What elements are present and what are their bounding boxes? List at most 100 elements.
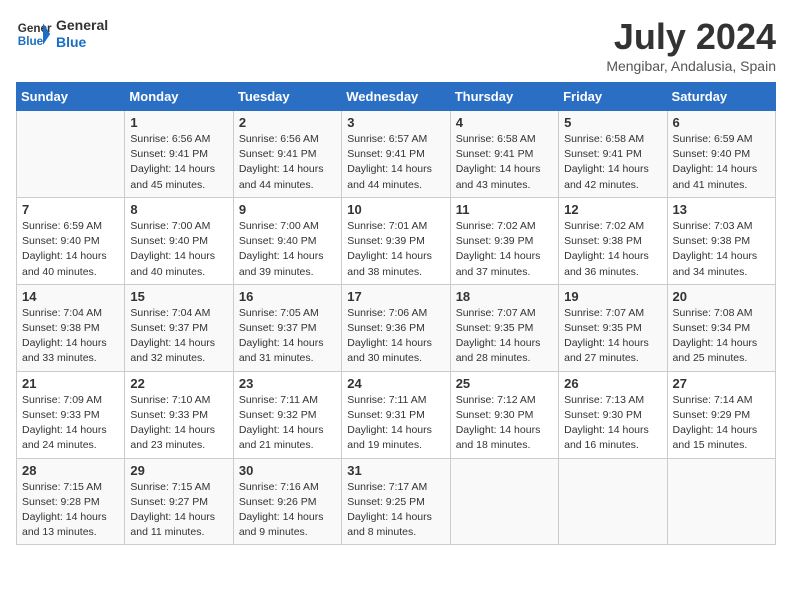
day-number: 19: [564, 289, 661, 304]
day-info: Sunrise: 7:09 AM Sunset: 9:33 PM Dayligh…: [22, 393, 119, 454]
calendar-cell: 19 Sunrise: 7:07 AM Sunset: 9:35 PM Dayli…: [559, 284, 667, 371]
day-info: Sunrise: 7:01 AM Sunset: 9:39 PM Dayligh…: [347, 219, 444, 280]
calendar-cell: 22 Sunrise: 7:10 AM Sunset: 9:33 PM Dayli…: [125, 371, 233, 458]
day-info: Sunrise: 7:03 AM Sunset: 9:38 PM Dayligh…: [673, 219, 770, 280]
calendar-cell: 15 Sunrise: 7:04 AM Sunset: 9:37 PM Dayli…: [125, 284, 233, 371]
day-number: 30: [239, 463, 336, 478]
day-info: Sunrise: 6:59 AM Sunset: 9:40 PM Dayligh…: [22, 219, 119, 280]
day-info: Sunrise: 7:02 AM Sunset: 9:38 PM Dayligh…: [564, 219, 661, 280]
day-number: 4: [456, 115, 553, 130]
calendar-cell: 2 Sunrise: 6:56 AM Sunset: 9:41 PM Daylig…: [233, 111, 341, 198]
day-info: Sunrise: 7:05 AM Sunset: 9:37 PM Dayligh…: [239, 306, 336, 367]
day-number: 2: [239, 115, 336, 130]
header-day-friday: Friday: [559, 83, 667, 111]
calendar-cell: 4 Sunrise: 6:58 AM Sunset: 9:41 PM Daylig…: [450, 111, 558, 198]
day-number: 27: [673, 376, 770, 391]
day-info: Sunrise: 7:10 AM Sunset: 9:33 PM Dayligh…: [130, 393, 227, 454]
calendar-cell: [17, 111, 125, 198]
day-number: 17: [347, 289, 444, 304]
day-number: 12: [564, 202, 661, 217]
header-day-wednesday: Wednesday: [342, 83, 450, 111]
header-day-tuesday: Tuesday: [233, 83, 341, 111]
day-number: 20: [673, 289, 770, 304]
day-number: 26: [564, 376, 661, 391]
day-info: Sunrise: 7:13 AM Sunset: 9:30 PM Dayligh…: [564, 393, 661, 454]
day-info: Sunrise: 7:14 AM Sunset: 9:29 PM Dayligh…: [673, 393, 770, 454]
calendar-cell: 28 Sunrise: 7:15 AM Sunset: 9:28 PM Dayli…: [17, 458, 125, 545]
logo-text: GeneralBlue: [56, 17, 108, 51]
calendar-cell: 9 Sunrise: 7:00 AM Sunset: 9:40 PM Daylig…: [233, 197, 341, 284]
logo-icon: General Blue: [16, 16, 52, 52]
day-info: Sunrise: 7:15 AM Sunset: 9:27 PM Dayligh…: [130, 480, 227, 541]
week-row-4: 21Sunrise: 7:09 AM Sunset: 9:33 PM Dayli…: [17, 371, 776, 458]
day-number: 13: [673, 202, 770, 217]
calendar-body: 1 Sunrise: 6:56 AM Sunset: 9:41 PM Daylig…: [17, 111, 776, 545]
calendar-cell: 23 Sunrise: 7:11 AM Sunset: 9:32 PM Dayli…: [233, 371, 341, 458]
calendar-cell: 18 Sunrise: 7:07 AM Sunset: 9:35 PM Dayli…: [450, 284, 558, 371]
day-info: Sunrise: 6:58 AM Sunset: 9:41 PM Dayligh…: [564, 132, 661, 193]
day-number: 23: [239, 376, 336, 391]
day-number: 9: [239, 202, 336, 217]
day-number: 14: [22, 289, 119, 304]
day-info: Sunrise: 7:07 AM Sunset: 9:35 PM Dayligh…: [456, 306, 553, 367]
day-number: 18: [456, 289, 553, 304]
day-info: Sunrise: 7:17 AM Sunset: 9:25 PM Dayligh…: [347, 480, 444, 541]
day-info: Sunrise: 7:16 AM Sunset: 9:26 PM Dayligh…: [239, 480, 336, 541]
calendar-cell: 3 Sunrise: 6:57 AM Sunset: 9:41 PM Daylig…: [342, 111, 450, 198]
calendar-cell: 8 Sunrise: 7:00 AM Sunset: 9:40 PM Daylig…: [125, 197, 233, 284]
day-info: Sunrise: 7:11 AM Sunset: 9:32 PM Dayligh…: [239, 393, 336, 454]
day-info: Sunrise: 6:56 AM Sunset: 9:41 PM Dayligh…: [130, 132, 227, 193]
calendar-cell: 1 Sunrise: 6:56 AM Sunset: 9:41 PM Daylig…: [125, 111, 233, 198]
calendar-cell: 26 Sunrise: 7:13 AM Sunset: 9:30 PM Dayli…: [559, 371, 667, 458]
day-info: Sunrise: 6:59 AM Sunset: 9:40 PM Dayligh…: [673, 132, 770, 193]
calendar-cell: 12 Sunrise: 7:02 AM Sunset: 9:38 PM Dayli…: [559, 197, 667, 284]
header-day-saturday: Saturday: [667, 83, 775, 111]
header-day-thursday: Thursday: [450, 83, 558, 111]
calendar-cell: 25 Sunrise: 7:12 AM Sunset: 9:30 PM Dayli…: [450, 371, 558, 458]
header-day-monday: Monday: [125, 83, 233, 111]
day-info: Sunrise: 7:00 AM Sunset: 9:40 PM Dayligh…: [130, 219, 227, 280]
day-info: Sunrise: 7:08 AM Sunset: 9:34 PM Dayligh…: [673, 306, 770, 367]
page-header: General Blue GeneralBlue July 2024 Mengi…: [16, 16, 776, 74]
day-number: 10: [347, 202, 444, 217]
day-number: 3: [347, 115, 444, 130]
calendar-cell: 10 Sunrise: 7:01 AM Sunset: 9:39 PM Dayli…: [342, 197, 450, 284]
week-row-5: 28 Sunrise: 7:15 AM Sunset: 9:28 PM Dayli…: [17, 458, 776, 545]
day-number: 1: [130, 115, 227, 130]
day-info: Sunrise: 6:57 AM Sunset: 9:41 PM Dayligh…: [347, 132, 444, 193]
day-info: Sunrise: 7:00 AM Sunset: 9:40 PM Dayligh…: [239, 219, 336, 280]
week-row-2: 7Sunrise: 6:59 AM Sunset: 9:40 PM Daylig…: [17, 197, 776, 284]
day-info: Sunrise: 7:15 AM Sunset: 9:28 PM Dayligh…: [22, 480, 119, 541]
calendar-cell: 6 Sunrise: 6:59 AM Sunset: 9:40 PM Daylig…: [667, 111, 775, 198]
calendar-table: SundayMondayTuesdayWednesdayThursdayFrid…: [16, 82, 776, 545]
week-row-3: 14Sunrise: 7:04 AM Sunset: 9:38 PM Dayli…: [17, 284, 776, 371]
day-info: Sunrise: 7:04 AM Sunset: 9:37 PM Dayligh…: [130, 306, 227, 367]
calendar-cell: 11 Sunrise: 7:02 AM Sunset: 9:39 PM Dayli…: [450, 197, 558, 284]
calendar-cell: 14Sunrise: 7:04 AM Sunset: 9:38 PM Dayli…: [17, 284, 125, 371]
day-number: 11: [456, 202, 553, 217]
day-info: Sunrise: 7:06 AM Sunset: 9:36 PM Dayligh…: [347, 306, 444, 367]
svg-text:Blue: Blue: [18, 35, 44, 48]
day-number: 31: [347, 463, 444, 478]
day-number: 5: [564, 115, 661, 130]
logo: General Blue GeneralBlue: [16, 16, 108, 52]
day-number: 22: [130, 376, 227, 391]
day-number: 15: [130, 289, 227, 304]
day-info: Sunrise: 6:56 AM Sunset: 9:41 PM Dayligh…: [239, 132, 336, 193]
calendar-cell: 16Sunrise: 7:05 AM Sunset: 9:37 PM Dayli…: [233, 284, 341, 371]
day-info: Sunrise: 7:12 AM Sunset: 9:30 PM Dayligh…: [456, 393, 553, 454]
calendar-cell: [559, 458, 667, 545]
location: Mengibar, Andalusia, Spain: [606, 58, 776, 74]
calendar-cell: [667, 458, 775, 545]
day-number: 29: [130, 463, 227, 478]
day-number: 6: [673, 115, 770, 130]
calendar-header: SundayMondayTuesdayWednesdayThursdayFrid…: [17, 83, 776, 111]
calendar-cell: 31 Sunrise: 7:17 AM Sunset: 9:25 PM Dayli…: [342, 458, 450, 545]
day-info: Sunrise: 6:58 AM Sunset: 9:41 PM Dayligh…: [456, 132, 553, 193]
day-number: 28: [22, 463, 119, 478]
day-info: Sunrise: 7:07 AM Sunset: 9:35 PM Dayligh…: [564, 306, 661, 367]
day-number: 8: [130, 202, 227, 217]
month-year: July 2024: [606, 16, 776, 58]
day-info: Sunrise: 7:02 AM Sunset: 9:39 PM Dayligh…: [456, 219, 553, 280]
day-number: 25: [456, 376, 553, 391]
